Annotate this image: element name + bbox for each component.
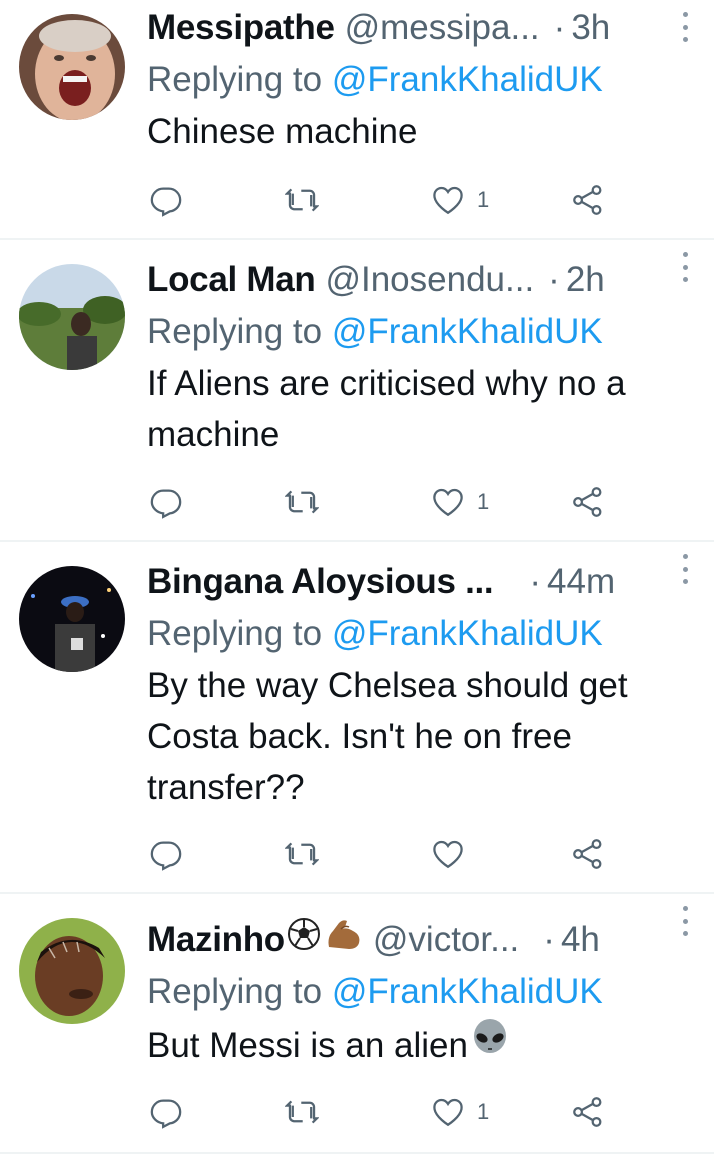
- heart-icon: [433, 488, 463, 517]
- user-handle[interactable]: @messipa...: [345, 2, 540, 54]
- tweet-header: Mazinho @victor... · 4h: [147, 906, 688, 966]
- mention-link[interactable]: @FrankKhalidUK: [332, 972, 603, 1011]
- avatar-image: [19, 14, 125, 120]
- retweet-icon: [285, 1100, 319, 1124]
- mention-link[interactable]: @FrankKhalidUK: [332, 312, 603, 351]
- replying-prefix: Replying to: [147, 312, 332, 351]
- tweet-text: But Messi is an alien: [147, 1025, 468, 1065]
- display-name[interactable]: Bingana Aloysious ...: [147, 556, 494, 608]
- separator-dot: ·: [529, 562, 542, 601]
- replying-to: Replying to @FrankKhalidUK: [147, 608, 684, 660]
- retweet-button[interactable]: [285, 482, 319, 522]
- tweet-1[interactable]: Messipathe @messipa... · 3h Replying to …: [0, 0, 714, 238]
- like-button[interactable]: [431, 834, 477, 874]
- separator-dot: ·: [553, 8, 566, 47]
- timestamp[interactable]: 4h: [561, 914, 600, 966]
- replying-prefix: Replying to: [147, 614, 332, 653]
- user-handle[interactable]: @victor...: [373, 914, 519, 966]
- share-icon: [573, 185, 602, 215]
- share-button[interactable]: [571, 482, 605, 522]
- avatar[interactable]: [19, 264, 125, 370]
- avatar-image: [19, 918, 125, 1024]
- display-name[interactable]: Messipathe: [147, 2, 335, 54]
- timestamp[interactable]: 3h: [571, 2, 610, 54]
- reply-button[interactable]: [149, 1092, 183, 1132]
- soccer-ball-icon: [287, 914, 321, 966]
- tweet-4[interactable]: Mazinho @victor... · 4h Replying to @Fra…: [0, 894, 714, 1152]
- replying-to: Replying to @FrankKhalidUK: [147, 54, 684, 106]
- replying-prefix: Replying to: [147, 972, 332, 1011]
- tweet-header: Bingana Aloysious ... · 44m: [147, 554, 688, 608]
- like-button[interactable]: 1: [431, 180, 489, 220]
- retweet-button[interactable]: [285, 1092, 319, 1132]
- reply-button[interactable]: [149, 482, 183, 522]
- more-options-icon[interactable]: [680, 554, 690, 584]
- replying-prefix: Replying to: [147, 60, 332, 99]
- display-name[interactable]: Local Man: [147, 254, 316, 306]
- reply-button[interactable]: [149, 834, 183, 874]
- user-handle[interactable]: @Inosendu...: [325, 254, 534, 306]
- reply-icon: [150, 489, 182, 519]
- tweet-text: By the way Chelsea should get Costa back…: [147, 666, 628, 807]
- share-button[interactable]: [571, 834, 605, 874]
- avatar[interactable]: [19, 566, 125, 672]
- mention-link[interactable]: @FrankKhalidUK: [332, 614, 603, 653]
- alien-icon: [470, 1018, 510, 1072]
- heart-icon: [433, 1098, 463, 1127]
- tweet-actions: 1: [147, 1092, 647, 1132]
- replying-to: Replying to @FrankKhalidUK: [147, 966, 684, 1018]
- reply-icon: [150, 841, 182, 871]
- more-options-icon[interactable]: [680, 906, 690, 936]
- like-count: 1: [477, 187, 490, 212]
- separator-dot: ·: [543, 920, 555, 959]
- tweet-actions: [147, 834, 647, 874]
- retweet-icon: [285, 842, 319, 866]
- timestamp[interactable]: 2h: [566, 254, 605, 306]
- tweet-actions: 1: [147, 180, 647, 220]
- like-count: 1: [477, 1099, 490, 1124]
- tweet-header: Local Man @Inosendu... · 2h: [147, 252, 688, 306]
- heart-icon: [433, 840, 463, 869]
- avatar[interactable]: [19, 14, 125, 120]
- share-button[interactable]: [571, 180, 605, 220]
- flexed-biceps-icon: [325, 914, 363, 966]
- divider: [0, 1152, 714, 1154]
- avatar[interactable]: [19, 918, 125, 1024]
- share-button[interactable]: [571, 1092, 605, 1132]
- retweet-icon: [285, 490, 319, 514]
- tweet-3[interactable]: Bingana Aloysious ... · 44m Replying to …: [0, 542, 714, 892]
- like-button[interactable]: 1: [431, 482, 489, 522]
- retweet-icon: [285, 188, 319, 212]
- retweet-button[interactable]: [285, 180, 319, 220]
- share-icon: [573, 1097, 602, 1127]
- heart-icon: [433, 186, 463, 215]
- like-count: 1: [477, 489, 490, 514]
- like-button[interactable]: 1: [431, 1092, 489, 1132]
- avatar-image: [19, 566, 125, 672]
- retweet-button[interactable]: [285, 834, 319, 874]
- share-icon: [573, 839, 602, 869]
- display-name[interactable]: Mazinho: [147, 914, 285, 966]
- more-options-icon[interactable]: [680, 252, 690, 282]
- tweet-text-row: But Messi is an alien: [147, 1018, 684, 1072]
- reply-icon: [150, 1099, 182, 1129]
- tweet-header: Messipathe @messipa... · 3h: [147, 2, 688, 54]
- tweet-2[interactable]: Local Man @Inosendu... · 2h Replying to …: [0, 240, 714, 540]
- mention-link[interactable]: @FrankKhalidUK: [332, 60, 603, 99]
- tweet-text: If Aliens are criticised why no a machin…: [147, 364, 626, 454]
- share-icon: [573, 487, 602, 517]
- reply-button[interactable]: [149, 180, 183, 220]
- tweet-actions: 1: [147, 482, 647, 522]
- timestamp[interactable]: 44m: [547, 556, 615, 608]
- more-options-icon[interactable]: [680, 12, 690, 42]
- reply-icon: [150, 187, 182, 217]
- tweet-text: Chinese machine: [147, 112, 418, 151]
- avatar-image: [19, 264, 125, 370]
- replying-to: Replying to @FrankKhalidUK: [147, 306, 684, 358]
- separator-dot: ·: [548, 260, 560, 299]
